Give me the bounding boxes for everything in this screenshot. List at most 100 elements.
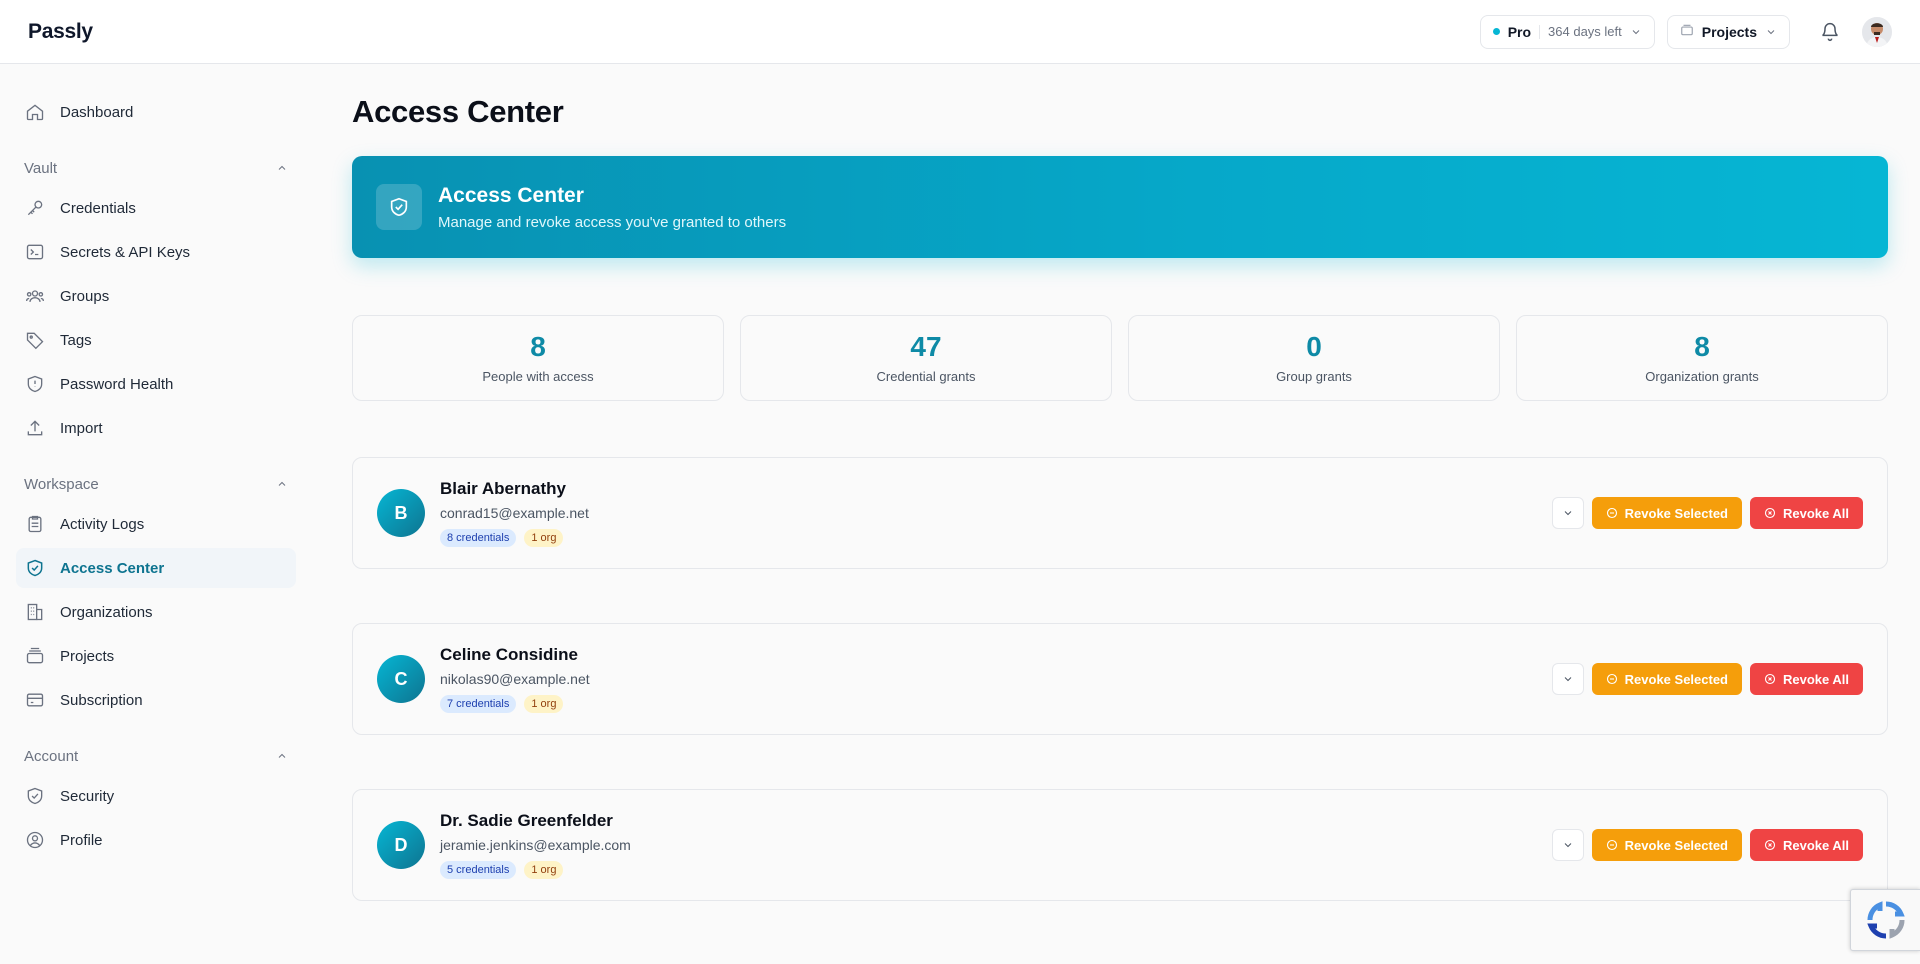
revoke-selected-button[interactable]: Revoke Selected bbox=[1591, 663, 1742, 695]
chevron-down-icon bbox=[1562, 507, 1574, 519]
person-email: conrad15@example.net bbox=[440, 505, 589, 521]
person-email: jeramie.jenkins@example.com bbox=[440, 837, 631, 853]
chevron-down-icon bbox=[1765, 26, 1777, 38]
credentials-badge: 5 credentials bbox=[440, 861, 517, 879]
chevron-down-icon bbox=[1630, 26, 1642, 38]
stat-label: Credential grants bbox=[876, 368, 976, 384]
stat-value: 8 bbox=[530, 330, 546, 362]
building-icon bbox=[24, 601, 46, 623]
sidebar-item-label: Tags bbox=[60, 331, 92, 349]
sidebar-item-projects[interactable]: Projects bbox=[16, 636, 296, 676]
section-title: Vault bbox=[24, 159, 58, 177]
button-label: Revoke Selected bbox=[1624, 671, 1728, 687]
button-label: Revoke All bbox=[1783, 671, 1849, 687]
minus-circle-icon bbox=[1606, 839, 1617, 851]
sidebar-item-groups[interactable]: Groups bbox=[16, 276, 296, 316]
sidebar-item-label: Profile bbox=[60, 831, 103, 849]
brand-logo[interactable]: Passly bbox=[28, 20, 93, 44]
org-badge: 1 org bbox=[524, 695, 564, 713]
sidebar-item-tags[interactable]: Tags bbox=[16, 320, 296, 360]
sidebar-item-label: Password Health bbox=[60, 375, 174, 393]
sidebar-item-label: Import bbox=[60, 419, 103, 437]
credentials-badge: 8 credentials bbox=[440, 529, 517, 547]
plan-status-dot bbox=[1492, 28, 1500, 35]
section-title: Workspace bbox=[24, 475, 99, 493]
avatar: B bbox=[377, 489, 425, 537]
sidebar-item-password-health[interactable]: Password Health bbox=[16, 364, 296, 404]
plan-name: Pro bbox=[1507, 23, 1532, 40]
stat-card-people: 8 People with access bbox=[352, 315, 724, 401]
hero-banner: Access Center Manage and revoke access y… bbox=[352, 156, 1888, 258]
expand-button[interactable] bbox=[1551, 497, 1584, 529]
hero-text: Access Center Manage and revoke access y… bbox=[438, 184, 786, 231]
stats-row: 8 People with access 47 Credential grant… bbox=[352, 315, 1888, 401]
person-actions: Revoke Selected Revoke All bbox=[1551, 497, 1863, 529]
person-name: Celine Considine bbox=[440, 645, 578, 664]
sidebar-item-access-center[interactable]: Access Center bbox=[16, 548, 296, 588]
button-label: Revoke All bbox=[1783, 505, 1849, 521]
section-title: Account bbox=[24, 747, 79, 765]
revoke-all-button[interactable]: Revoke All bbox=[1750, 829, 1863, 861]
stat-card-organization-grants: 8 Organization grants bbox=[1516, 315, 1888, 401]
revoke-all-button[interactable]: Revoke All bbox=[1750, 497, 1863, 529]
chevron-up-icon bbox=[276, 750, 288, 762]
tag-icon bbox=[24, 329, 46, 351]
sidebar-item-label: Dashboard bbox=[60, 103, 134, 121]
sidebar-item-dashboard[interactable]: Dashboard bbox=[16, 92, 296, 132]
person-actions: Revoke Selected Revoke All bbox=[1551, 829, 1863, 861]
avatar: C bbox=[377, 655, 425, 703]
person-tags: 7 credentials 1 org bbox=[440, 695, 1552, 713]
minus-circle-icon bbox=[1606, 673, 1617, 685]
sidebar-item-import[interactable]: Import bbox=[16, 408, 296, 448]
bell-icon[interactable] bbox=[1810, 12, 1850, 52]
shield-alert-icon bbox=[24, 373, 46, 395]
sidebar-item-activity-logs[interactable]: Activity Logs bbox=[16, 504, 296, 544]
section-account[interactable]: Account bbox=[16, 736, 296, 776]
revoke-selected-button[interactable]: Revoke Selected bbox=[1591, 829, 1742, 861]
projects-selector[interactable]: Projects bbox=[1666, 14, 1790, 49]
chevron-down-icon bbox=[1562, 673, 1574, 685]
person-card: D Dr. Sadie Greenfelder jeramie.jenkins@… bbox=[352, 789, 1888, 901]
section-workspace[interactable]: Workspace bbox=[16, 464, 296, 504]
stat-label: Group grants bbox=[1276, 368, 1352, 384]
page-title: Access Center bbox=[352, 94, 564, 129]
hero-subtitle: Manage and revoke access you've granted … bbox=[438, 213, 787, 231]
expand-button[interactable] bbox=[1551, 829, 1584, 861]
x-circle-icon bbox=[1764, 839, 1776, 851]
org-badge: 1 org bbox=[524, 529, 564, 547]
key-icon bbox=[24, 197, 46, 219]
sidebar-item-secrets[interactable]: Secrets & API Keys bbox=[16, 232, 296, 272]
days-left: 364 days left bbox=[1548, 24, 1622, 39]
user-avatar[interactable] bbox=[1862, 16, 1892, 47]
projects-label: Projects bbox=[1701, 23, 1757, 40]
stat-label: People with access bbox=[482, 368, 594, 384]
sidebar-item-subscription[interactable]: Subscription bbox=[16, 680, 296, 720]
revoke-selected-button[interactable]: Revoke Selected bbox=[1591, 497, 1742, 529]
person-actions: Revoke Selected Revoke All bbox=[1551, 663, 1863, 695]
minus-circle-icon bbox=[1606, 507, 1617, 519]
sidebar-item-organizations[interactable]: Organizations bbox=[16, 592, 296, 632]
revoke-all-button[interactable]: Revoke All bbox=[1750, 663, 1863, 695]
recaptcha-badge[interactable] bbox=[1850, 889, 1920, 951]
person-tags: 5 credentials 1 org bbox=[440, 861, 1552, 879]
shield-check-icon bbox=[376, 184, 422, 230]
x-circle-icon bbox=[1764, 507, 1776, 519]
recaptcha-icon bbox=[1866, 901, 1905, 939]
sidebar-item-security[interactable]: Security bbox=[16, 776, 296, 816]
divider bbox=[1539, 24, 1541, 39]
sidebar-item-credentials[interactable]: Credentials bbox=[16, 188, 296, 228]
sidebar-item-profile[interactable]: Profile bbox=[16, 820, 296, 860]
button-label: Revoke Selected bbox=[1624, 505, 1728, 521]
shield-check-icon bbox=[24, 557, 46, 579]
person-tags: 8 credentials 1 org bbox=[440, 529, 1552, 547]
chevron-up-icon bbox=[276, 478, 288, 490]
header-actions: Pro 364 days left Projects bbox=[1479, 12, 1892, 52]
plan-selector[interactable]: Pro 364 days left bbox=[1479, 14, 1655, 49]
expand-button[interactable] bbox=[1551, 663, 1584, 695]
section-vault[interactable]: Vault bbox=[16, 148, 296, 188]
hero-title: Access Center bbox=[438, 183, 584, 207]
terminal-icon bbox=[24, 241, 46, 263]
sidebar-item-label: Access Center bbox=[60, 559, 165, 577]
button-label: Revoke All bbox=[1783, 837, 1849, 853]
clipboard-icon bbox=[24, 513, 46, 535]
